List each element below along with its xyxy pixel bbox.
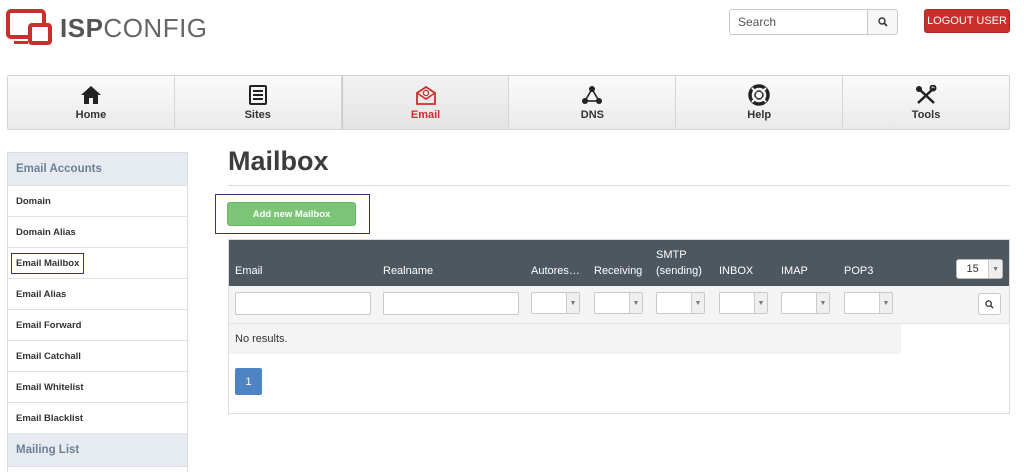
sidebar-item-email-mailbox[interactable]: Email Mailbox: [8, 248, 187, 279]
mailbox-table: Email Realname Autores… Receiving SMTP (…: [228, 239, 1010, 414]
nav-home-label: Home: [75, 108, 107, 121]
nav-tools[interactable]: Tools: [843, 76, 1009, 129]
nav-help[interactable]: Help: [676, 76, 844, 129]
ispconfig-logo[interactable]: ISPCONFIG: [6, 8, 208, 48]
filter-autoresponder-select[interactable]: ▼: [531, 292, 580, 314]
nav-help-label: Help: [747, 108, 772, 121]
dns-icon: [581, 85, 603, 105]
sidebar-item-label: Email Forward: [16, 319, 82, 331]
main-nav: Home Sites Email DNS Help Tools: [7, 75, 1010, 130]
column-header-pop3[interactable]: POP3: [844, 264, 873, 278]
logo-text: ISPCONFIG: [60, 13, 208, 43]
search-box: [729, 9, 898, 35]
nav-email-label: Email: [410, 108, 441, 121]
pagination-page-button[interactable]: 1: [235, 368, 262, 395]
column-header-receiving[interactable]: Receiving: [594, 264, 642, 278]
chevron-down-icon: ▼: [629, 293, 642, 313]
filter-search-button[interactable]: [978, 293, 1001, 315]
filter-smtp-select[interactable]: ▼: [656, 292, 705, 314]
logo-monitor-icon: [6, 9, 52, 47]
chevron-down-icon: ▼: [754, 293, 767, 313]
sidebar-item-email-catchall[interactable]: Email Catchall: [8, 341, 187, 372]
tools-icon: [915, 84, 937, 105]
no-results-message: No results.: [229, 324, 901, 354]
filter-pop3-select[interactable]: ▼: [844, 292, 893, 314]
column-header-autoresponder[interactable]: Autores…: [531, 264, 580, 278]
sidebar-item-email-alias[interactable]: Email Alias: [8, 279, 187, 310]
sites-icon: [248, 84, 267, 105]
logout-button[interactable]: LOGOUT USER: [924, 9, 1010, 33]
nav-home[interactable]: Home: [8, 76, 175, 129]
sidebar-item-domain-alias[interactable]: Domain Alias: [8, 217, 187, 248]
email-icon: [415, 85, 437, 105]
search-icon: [877, 17, 888, 27]
column-header-email[interactable]: Email: [235, 264, 263, 278]
filter-row: ▼ ▼ ▼ ▼ ▼ ▼: [229, 286, 1009, 324]
sidebar-item-label: Email Catchall: [16, 350, 81, 362]
add-new-mailbox-button[interactable]: Add new Mailbox: [227, 202, 356, 226]
sidebar-section-mailing-list: Mailing List: [8, 434, 187, 467]
per-page-select[interactable]: 15 ▼: [956, 259, 1003, 279]
per-page-value: 15: [966, 263, 979, 275]
home-icon: [80, 85, 102, 105]
sidebar-item-label: Domain: [16, 195, 51, 207]
sidebar-item-domain[interactable]: Domain: [8, 186, 187, 217]
chevron-down-icon: ▼: [988, 260, 1002, 278]
chevron-down-icon: ▼: [879, 293, 892, 313]
column-header-smtp[interactable]: SMTP: [656, 248, 687, 262]
nav-sites[interactable]: Sites: [175, 76, 342, 129]
column-header-smtp-sending: (sending): [656, 265, 702, 277]
nav-tools-label: Tools: [911, 108, 941, 121]
column-header-imap[interactable]: IMAP: [781, 264, 808, 278]
sidebar-section-email-accounts: Email Accounts: [8, 153, 187, 186]
sidebar-item-email-whitelist[interactable]: Email Whitelist: [8, 372, 187, 403]
search-icon: [985, 299, 994, 309]
column-header-inbox[interactable]: INBOX: [719, 264, 753, 278]
sidebar-item-label: Email Blacklist: [16, 412, 84, 424]
sidebar-item-label: Domain Alias: [16, 226, 76, 238]
help-icon: [748, 83, 770, 106]
sidebar-item-email-forward[interactable]: Email Forward: [8, 310, 187, 341]
nav-email[interactable]: Email: [341, 76, 510, 129]
filter-realname-input[interactable]: [383, 292, 519, 315]
sidebar-item-label: Email Whitelist: [16, 381, 84, 393]
filter-receiving-select[interactable]: ▼: [594, 292, 643, 314]
column-header-realname[interactable]: Realname: [383, 264, 433, 278]
sidebar-item-label: Email Alias: [16, 288, 67, 300]
sidebar-item-email-blacklist[interactable]: Email Blacklist: [8, 403, 187, 434]
sidebar: Email Accounts Domain Domain Alias Email…: [7, 152, 188, 472]
title-divider: [228, 185, 1010, 186]
filter-email-input[interactable]: [235, 292, 371, 315]
nav-sites-label: Sites: [244, 108, 271, 121]
filter-imap-select[interactable]: ▼: [781, 292, 830, 314]
chevron-down-icon: ▼: [566, 293, 579, 313]
page: ISPCONFIG LOGOUT USER Home Sites: [0, 0, 1024, 472]
table-header: Email Realname Autores… Receiving SMTP (…: [229, 240, 1009, 286]
chevron-down-icon: ▼: [816, 293, 829, 313]
search-input[interactable]: [730, 10, 867, 34]
chevron-down-icon: ▼: [691, 293, 704, 313]
filter-inbox-select[interactable]: ▼: [719, 292, 768, 314]
nav-dns[interactable]: DNS: [509, 76, 677, 129]
nav-dns-label: DNS: [580, 108, 605, 121]
sidebar-item-label: Email Mailbox: [11, 252, 85, 274]
search-button[interactable]: [867, 10, 897, 34]
page-title: Mailbox: [228, 146, 329, 176]
